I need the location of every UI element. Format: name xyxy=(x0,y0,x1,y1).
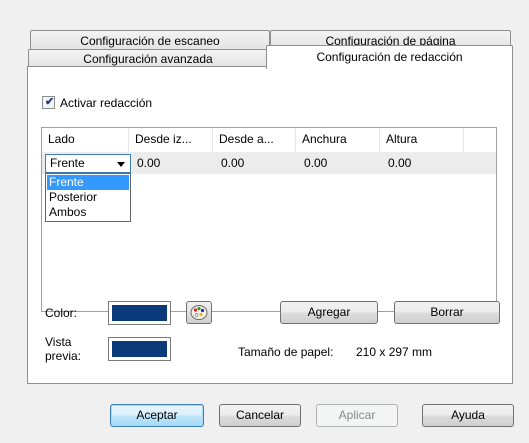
redaction-grid: Lado Desde iz... Desde a... Anchura Altu… xyxy=(41,127,497,312)
side-dropdown-list: Frente Posterior Ambos xyxy=(45,173,131,222)
cancel-button[interactable]: Cancelar xyxy=(219,404,301,427)
color-picker-button[interactable] xyxy=(186,301,212,324)
ok-button[interactable]: Aceptar xyxy=(110,404,204,427)
tab-redaction-settings[interactable]: Configuración de redacción xyxy=(266,45,513,69)
tab-advanced-settings-label: Configuración avanzada xyxy=(83,52,213,66)
tab-advanced-settings[interactable]: Configuración avanzada xyxy=(28,49,268,67)
apply-button: Aplicar xyxy=(316,404,398,427)
preview-label-line2: previa: xyxy=(45,349,82,363)
add-button[interactable]: Agregar xyxy=(280,301,378,324)
enable-redaction-checkbox[interactable]: ✔ xyxy=(42,96,55,109)
side-combobox-value: Frente xyxy=(50,156,85,170)
tab-redaction-settings-label: Configuración de redacción xyxy=(316,50,463,64)
tab-scan-settings[interactable]: Configuración de escaneo xyxy=(30,30,270,50)
cell-width[interactable]: 0.00 xyxy=(296,152,327,174)
side-combobox[interactable]: Frente xyxy=(45,154,131,173)
column-header-height[interactable]: Altura xyxy=(380,128,464,152)
cell-height[interactable]: 0.00 xyxy=(380,152,411,174)
table-row[interactable]: Frente 0.00 0.00 0.00 0.00 Frente Poster… xyxy=(42,152,496,222)
column-header-width[interactable]: Anchura xyxy=(296,128,380,152)
preview-label-line1: Vista xyxy=(45,335,72,349)
column-header-from-left[interactable]: Desde iz... xyxy=(129,128,213,152)
color-swatch[interactable] xyxy=(108,301,171,325)
palette-icon xyxy=(190,305,208,320)
enable-redaction-label: Activar redacción xyxy=(60,96,153,110)
cell-from-top[interactable]: 0.00 xyxy=(213,152,244,174)
column-header-side[interactable]: Lado xyxy=(42,128,129,152)
grid-header: Lado Desde iz... Desde a... Anchura Altu… xyxy=(42,128,496,153)
chevron-down-icon[interactable] xyxy=(117,162,125,167)
redaction-panel: ✔ Activar redacción Lado Desde iz... Des… xyxy=(27,66,513,384)
preview-swatch xyxy=(108,337,171,361)
color-swatch-fill xyxy=(112,305,167,321)
help-button[interactable]: Ayuda xyxy=(422,404,514,427)
side-option-front[interactable]: Frente xyxy=(47,175,129,190)
color-label: Color: xyxy=(45,306,78,320)
check-icon: ✔ xyxy=(45,96,55,108)
side-option-both[interactable]: Ambos xyxy=(47,205,129,220)
delete-button[interactable]: Borrar xyxy=(394,301,500,324)
cell-from-left[interactable]: 0.00 xyxy=(129,152,160,174)
column-header-from-top[interactable]: Desde a... xyxy=(213,128,296,152)
paper-size-label: Tamaño de papel: xyxy=(238,345,334,359)
paper-size-value: 210 x 297 mm xyxy=(356,345,433,359)
side-option-back[interactable]: Posterior xyxy=(47,190,129,205)
preview-swatch-fill xyxy=(112,341,167,357)
tab-scan-settings-label: Configuración de escaneo xyxy=(80,34,220,48)
